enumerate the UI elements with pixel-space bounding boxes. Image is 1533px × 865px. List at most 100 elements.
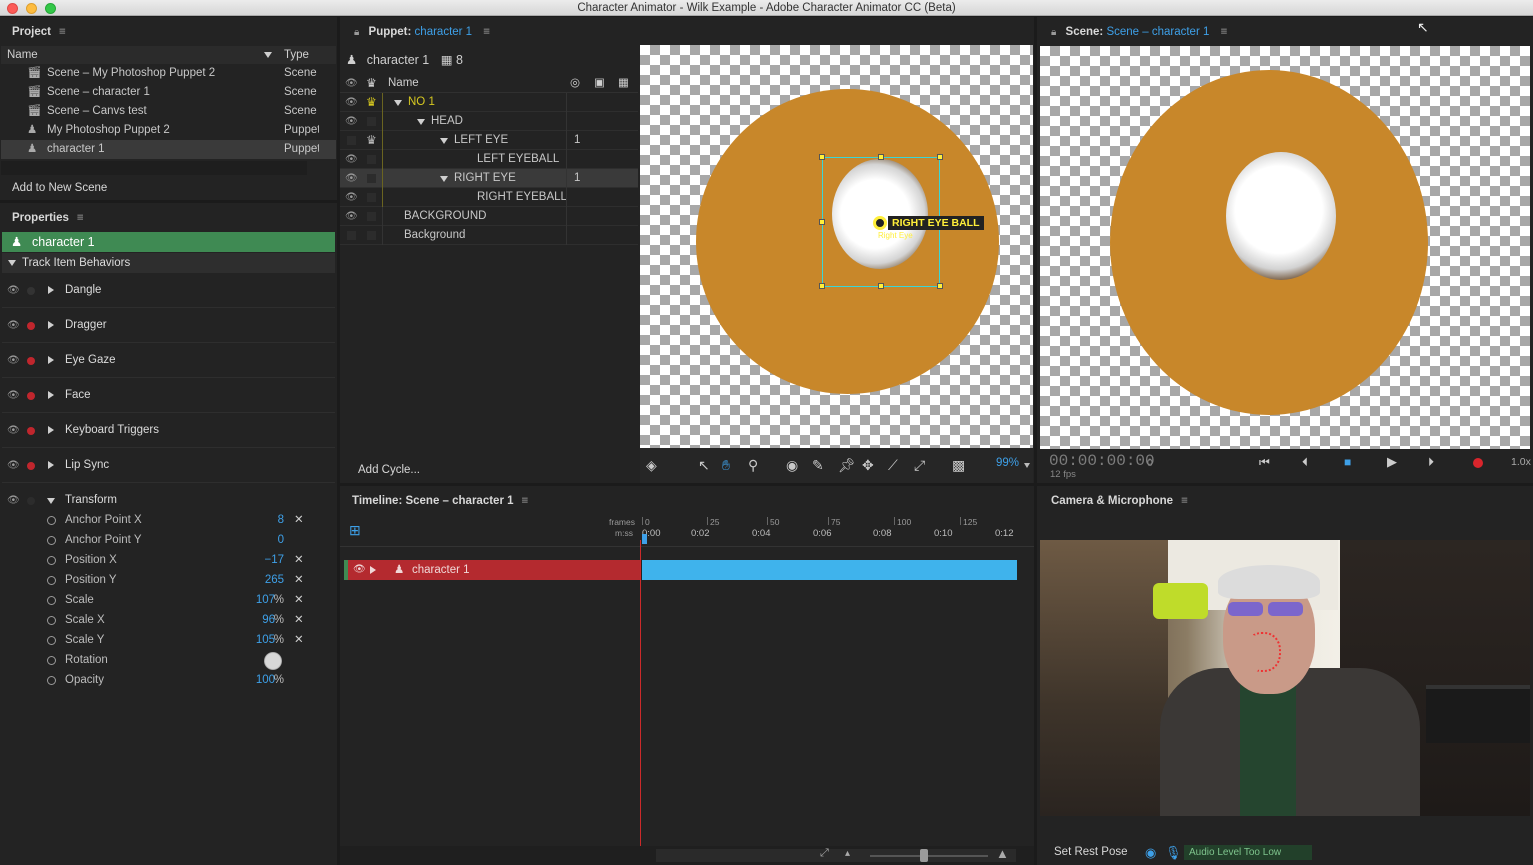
step-forward-icon[interactable]: ⏵ [1428,455,1434,470]
chevron-down-icon[interactable] [47,498,55,504]
add-to-new-scene-button[interactable]: Add to New Scene [0,177,107,199]
arm-record-dot-icon[interactable] [27,357,35,365]
stopwatch-circle-icon[interactable] [47,676,56,685]
chevron-right-icon[interactable] [48,286,54,294]
param-value[interactable]: 0 [278,531,284,550]
zoom-level[interactable]: 99% [996,457,1019,469]
layer-row[interactable]: 👁︎ RIGHT EYEBALL [340,188,638,207]
hand-tool-icon[interactable]: ✋︎ [722,457,730,474]
project-scrollbar[interactable] [1,161,307,175]
step-back-icon[interactable]: ⏴ [1302,455,1308,470]
project-item[interactable]: 🎬︎ Scene – character 1 Scene [1,83,336,102]
record-button[interactable] [1473,458,1483,468]
visibility-icon[interactable]: 👁︎ [7,413,20,448]
track-item-behaviors-header[interactable]: Track Item Behaviors [2,253,335,273]
chevron-down-icon[interactable] [417,119,425,125]
crown-toggle[interactable] [367,174,376,183]
layer-row[interactable]: 👁︎ BACKGROUND [340,207,638,226]
chevron-down-icon[interactable] [440,176,448,182]
zoom-in-icon[interactable]: ▲ [996,846,1009,861]
playhead-icon[interactable] [642,534,647,544]
visibility-icon[interactable]: 👁︎ [345,112,358,131]
reset-x-icon[interactable]: ✕ [294,511,304,530]
resize-handle[interactable] [819,219,825,225]
lock-icon[interactable]: 🔒︎ [354,27,359,38]
chevron-right-icon[interactable] [48,321,54,329]
crown-toggle[interactable] [367,193,376,202]
resize-handle[interactable] [878,283,884,289]
layer-row[interactable]: Background [340,226,638,245]
stopwatch-circle-icon[interactable] [47,636,56,645]
layer-row[interactable]: ♛ LEFT EYE 1 [340,131,638,150]
fit-icon[interactable]: ⤢ [820,847,829,860]
param-value[interactable]: −17 [264,551,284,570]
stopwatch-circle-icon[interactable] [47,516,56,525]
zoom-slider[interactable] [870,855,988,857]
timecode[interactable]: 00:00:00:00 [1049,452,1155,470]
behavior-row[interactable]: 👁︎ Eye Gaze [2,343,335,378]
sort-chevron-down-icon[interactable] [264,52,272,58]
select-arrow-icon[interactable]: ↖ [698,457,710,474]
go-to-start-icon[interactable]: ⏮ [1259,455,1270,470]
dragger-tool-icon[interactable]: ⤢ [914,457,925,474]
puppet-canvas[interactable]: RIGHT EYE BALL Right Eye [640,45,1033,448]
move-tool-icon[interactable]: ✥ [862,457,874,474]
origin-tool-icon[interactable]: ◉ [786,457,798,474]
crown-toggle[interactable] [367,231,376,240]
expand-chevron-icon[interactable] [370,566,376,574]
reset-x-icon[interactable]: ✕ [294,571,304,590]
playback-speed[interactable]: 1.0x [1511,456,1531,468]
visibility-icon[interactable] [347,136,356,145]
zoom-slider-thumb[interactable] [920,849,928,862]
project-item[interactable]: ♟ character 1 Puppet [1,140,336,159]
chevron-right-icon[interactable] [48,461,54,469]
stopwatch-circle-icon[interactable] [47,576,56,585]
add-cycle-button[interactable]: Add Cycle... [340,459,440,481]
behavior-row[interactable]: 👁︎ Dangle [2,273,335,308]
visibility-icon[interactable]: 👁︎ [353,560,366,580]
reset-x-icon[interactable]: ✕ [294,551,304,570]
reset-x-icon[interactable]: ✕ [294,631,304,650]
time-ruler[interactable]: 0 25 50 75 100 125 0:00 0:02 0:04 0:06 0:08 0:10 0:1… [642,514,1018,546]
stopwatch-circle-icon[interactable] [47,656,56,665]
scene-canvas[interactable] [1040,46,1530,449]
behavior-row[interactable]: 👁︎ Lip Sync [2,448,335,483]
visibility-icon[interactable]: 👁︎ [345,150,358,169]
param-value[interactable]: 107 [256,591,275,610]
crown-toggle[interactable] [367,212,376,221]
visibility-icon[interactable]: 👁︎ [345,188,358,207]
crown-icon[interactable]: ♛ [366,131,377,150]
zoom-tool-icon[interactable]: ⚲ [748,457,758,474]
behavior-row[interactable]: 👁︎ Face [2,378,335,413]
arm-record-dot-icon[interactable] [27,287,35,295]
track-clip-bar[interactable] [642,560,1017,580]
behavior-row[interactable]: 👁︎ Keyboard Triggers [2,413,335,448]
rig-mode-icon[interactable]: ◈ [646,457,657,474]
handle-tool-icon[interactable]: ✎ [812,457,824,474]
zoom-window-button[interactable] [45,3,56,14]
crown-icon[interactable]: ♛ [366,93,377,112]
panel-title-name[interactable]: Scene – character 1 [1106,26,1209,38]
layer-row[interactable]: 👁︎ HEAD [340,112,638,131]
arm-record-dot-icon[interactable] [27,462,35,470]
zoom-chevron-down-icon[interactable] [1024,463,1030,468]
chevron-right-icon[interactable] [48,391,54,399]
visibility-icon[interactable]: 👁︎ [345,93,358,112]
visibility-icon[interactable] [347,231,356,240]
pin-tool-icon[interactable]: 📌︎ [838,457,856,474]
origin-handle-icon[interactable] [873,216,887,230]
panel-menu-icon[interactable]: ≡ [59,17,66,47]
visibility-icon[interactable]: 👁︎ [7,378,20,413]
stick-tool-icon[interactable]: ⟋ [888,457,898,474]
chevron-right-icon[interactable] [48,356,54,364]
panel-menu-icon[interactable]: ≡ [1221,17,1228,47]
resize-handle[interactable] [878,154,884,160]
panel-menu-icon[interactable]: ≡ [483,17,490,47]
project-item[interactable]: ♟ My Photoshop Puppet 2 Puppet [1,121,336,140]
stopwatch-circle-icon[interactable] [47,616,56,625]
selected-puppet-row[interactable]: ♟ character 1 [2,232,335,252]
resize-handle[interactable] [819,154,825,160]
webcam-icon[interactable]: ◉ [1145,840,1156,865]
column-name[interactable]: Name [7,46,38,64]
stopwatch-circle-icon[interactable] [47,596,56,605]
